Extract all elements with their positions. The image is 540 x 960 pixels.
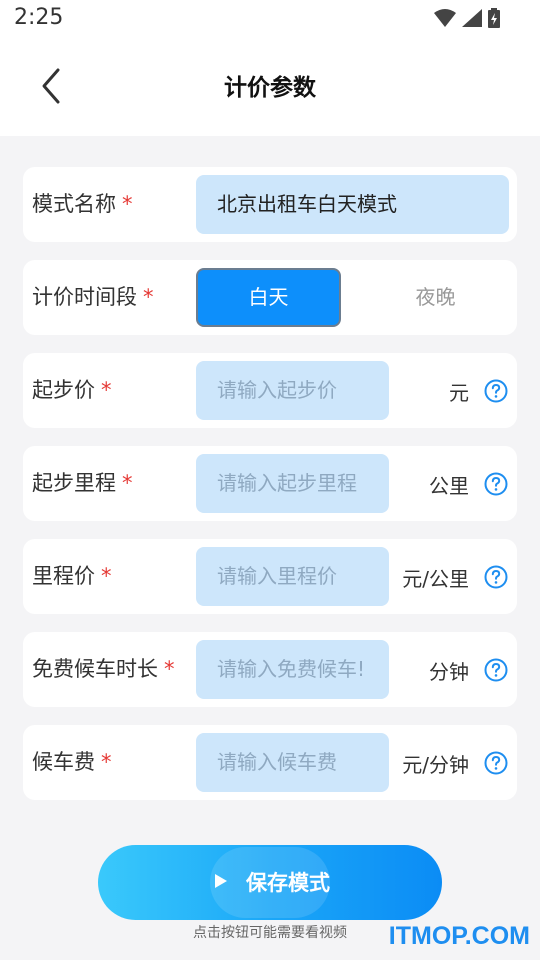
wait-fee-row: 候车费 * 请输入候车费 元/分钟 bbox=[23, 725, 517, 800]
mode-name-input[interactable]: 北京出租车白天模式 bbox=[196, 175, 509, 234]
free-wait-unit: 分钟 bbox=[429, 660, 469, 684]
start-price-input[interactable]: 请输入起步价 bbox=[196, 361, 389, 420]
distance-price-input[interactable]: 请输入里程价 bbox=[196, 547, 389, 606]
free-wait-input[interactable]: 请输入免费候车! bbox=[196, 640, 389, 699]
save-mode-button[interactable]: 保存模式 bbox=[98, 845, 442, 920]
help-icon[interactable] bbox=[484, 472, 508, 496]
required-mark: * bbox=[101, 564, 112, 588]
start-distance-label: 起步里程 * bbox=[32, 471, 133, 495]
required-mark: * bbox=[143, 285, 154, 309]
required-mark: * bbox=[101, 378, 112, 402]
distance-price-label: 里程价 * bbox=[32, 564, 112, 588]
signal-icon bbox=[462, 9, 482, 27]
period-option-day[interactable]: 白天 bbox=[196, 268, 341, 327]
help-icon[interactable] bbox=[484, 379, 508, 403]
status-time: 2:25 bbox=[14, 5, 64, 30]
required-mark: * bbox=[122, 471, 133, 495]
wait-fee-label: 候车费 * bbox=[32, 750, 112, 774]
period-label: 计价时间段 * bbox=[32, 285, 154, 309]
help-icon[interactable] bbox=[484, 751, 508, 775]
required-mark: * bbox=[164, 657, 175, 681]
start-price-row: 起步价 * 请输入起步价 元 bbox=[23, 353, 517, 428]
wait-fee-unit: 元/分钟 bbox=[402, 753, 469, 777]
distance-price-row: 里程价 * 请输入里程价 元/公里 bbox=[23, 539, 517, 614]
free-wait-label: 免费候车时长 * bbox=[32, 657, 175, 681]
start-distance-input[interactable]: 请输入起步里程 bbox=[196, 454, 389, 513]
save-mode-label: 保存模式 bbox=[246, 871, 330, 895]
start-distance-row: 起步里程 * 请输入起步里程 公里 bbox=[23, 446, 517, 521]
page-title: 计价参数 bbox=[224, 75, 316, 101]
period-option-night[interactable]: 夜晚 bbox=[363, 268, 508, 327]
help-icon[interactable] bbox=[484, 565, 508, 589]
distance-price-unit: 元/公里 bbox=[402, 567, 469, 591]
free-wait-row: 免费候车时长 * 请输入免费候车! 分钟 bbox=[23, 632, 517, 707]
period-row: 计价时间段 * 白天 夜晚 bbox=[23, 260, 517, 335]
status-bar: 2:25 bbox=[0, 0, 540, 40]
wifi-icon bbox=[434, 9, 456, 27]
help-icon[interactable] bbox=[484, 658, 508, 682]
status-icons bbox=[434, 8, 500, 28]
required-mark: * bbox=[101, 750, 112, 774]
wait-fee-input[interactable]: 请输入候车费 bbox=[196, 733, 389, 792]
header: 计价参数 bbox=[0, 40, 540, 136]
start-price-unit: 元 bbox=[449, 381, 469, 405]
mode-name-row: 模式名称 * 北京出租车白天模式 bbox=[23, 167, 517, 242]
required-mark: * bbox=[122, 192, 133, 216]
start-distance-unit: 公里 bbox=[429, 474, 469, 498]
battery-icon bbox=[488, 8, 500, 28]
mode-name-label: 模式名称 * bbox=[32, 192, 133, 216]
play-icon bbox=[215, 874, 227, 888]
watermark: ITMOP.COM bbox=[388, 922, 530, 950]
start-price-label: 起步价 * bbox=[32, 378, 112, 402]
